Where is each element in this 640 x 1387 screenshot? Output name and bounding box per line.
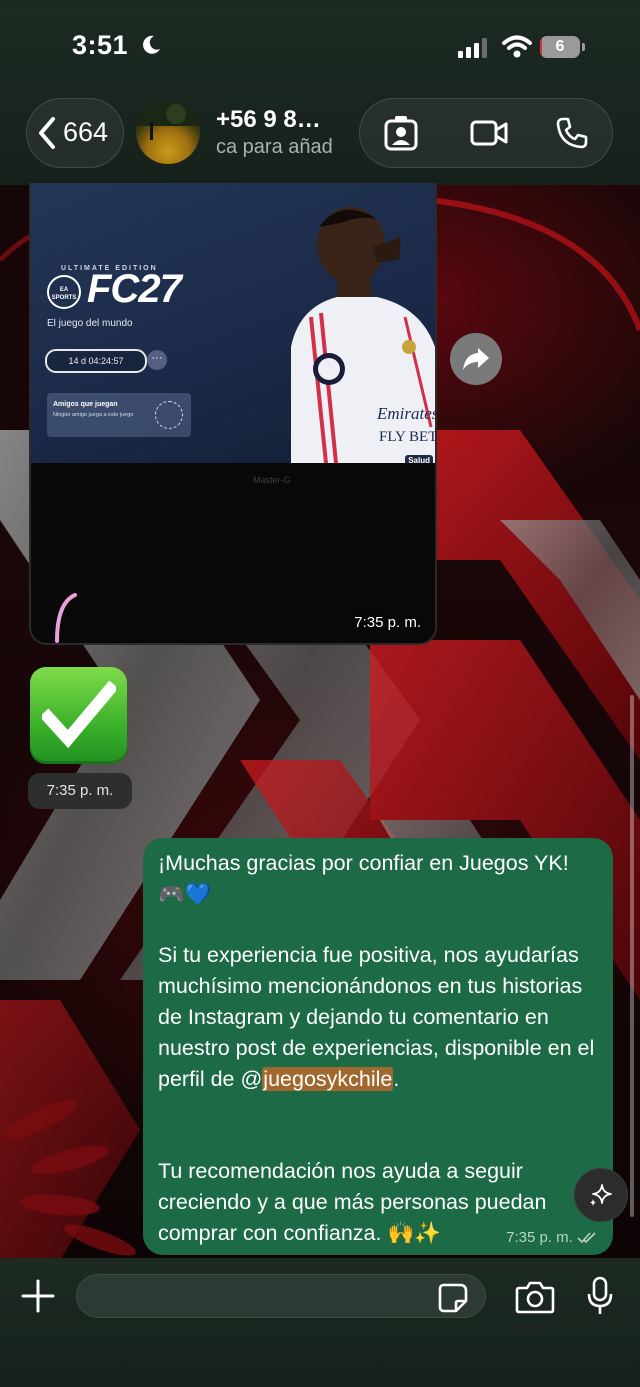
badge-icon — [155, 401, 183, 429]
decorative-stroke — [55, 593, 77, 643]
ai-sparkle-button[interactable] — [574, 1168, 628, 1222]
battery-icon: 6 — [540, 36, 586, 58]
game-screenshot: ULTIMATE EDITION EA SPORTS FC27 El juego… — [31, 183, 435, 473]
call-actions — [359, 98, 613, 168]
battery-level: 6 — [555, 38, 565, 55]
checkmark-icon — [42, 681, 116, 749]
more-options: ··· — [147, 350, 167, 370]
phone-icon[interactable] — [556, 117, 588, 149]
chat-header: 3:51 6 664 +56 9 8… ca para añad — [0, 0, 640, 185]
outgoing-message-bubble[interactable]: ¡Muchas gracias por confiar en Juegos YK… — [143, 838, 613, 1255]
checkmark-emoji-message[interactable] — [30, 667, 127, 764]
microphone-icon[interactable] — [586, 1276, 614, 1316]
contact-name: +56 9 8… — [216, 106, 321, 133]
message-paragraph: Si tu experiencia fue positiva, nos ayud… — [158, 943, 595, 1091]
game-tagline: El juego del mundo — [47, 318, 133, 329]
status-time: 3:51 — [72, 30, 129, 60]
player-image: Emirates FLY BETTER — [291, 207, 435, 473]
svg-text:FLY BETTER: FLY BETTER — [379, 429, 435, 445]
message-time: 7:35 p. m. — [28, 773, 132, 809]
message-time: 7:35 p. m. — [506, 1229, 597, 1246]
scrollbar[interactable] — [630, 695, 634, 1217]
ea-sports-logo: EA SPORTS — [47, 275, 81, 309]
friends-title: Amigos que juegan — [53, 401, 118, 408]
back-button[interactable]: 664 — [26, 98, 124, 168]
message-input[interactable] — [76, 1274, 486, 1318]
friends-card: Amigos que juegan Ningún amigo juega a e… — [47, 393, 191, 437]
message-time: 7:35 p. m. — [354, 614, 421, 631]
contact-subtitle: ca para añad — [216, 136, 333, 158]
image-message[interactable]: ULTIMATE EDITION EA SPORTS FC27 El juego… — [29, 183, 437, 645]
moon-icon — [143, 35, 160, 54]
video-call-icon[interactable] — [470, 119, 508, 147]
sparkle-icon — [590, 1184, 612, 1206]
signal-icon — [458, 38, 487, 58]
plus-icon[interactable] — [20, 1278, 56, 1314]
sticker-icon[interactable] — [438, 1283, 468, 1313]
contact-info[interactable]: +56 9 8… ca para añad — [136, 98, 356, 166]
avatar[interactable] — [136, 100, 200, 164]
message-paragraph: ¡Muchas gracias por confiar en Juegos YK… — [158, 851, 569, 906]
friends-subtitle: Ningún amigo juega a este juego — [53, 412, 134, 418]
wifi-icon — [502, 35, 532, 58]
mention-link[interactable]: juegosykchile — [262, 1067, 394, 1091]
chevron-left-icon — [39, 117, 55, 149]
unread-count: 664 — [63, 117, 109, 147]
countdown-timer: 14 d 04:24:57 — [45, 349, 147, 373]
read-receipt-icon — [577, 1232, 596, 1244]
forward-icon — [463, 348, 489, 370]
sponsor-text: Emirates — [376, 404, 435, 423]
message-input-bar — [0, 1258, 640, 1387]
forward-button[interactable] — [450, 333, 502, 385]
watermark: Master-G — [253, 475, 291, 485]
contact-card-icon[interactable] — [384, 115, 418, 151]
game-title: FC27 — [87, 267, 182, 311]
camera-icon[interactable] — [515, 1280, 555, 1314]
